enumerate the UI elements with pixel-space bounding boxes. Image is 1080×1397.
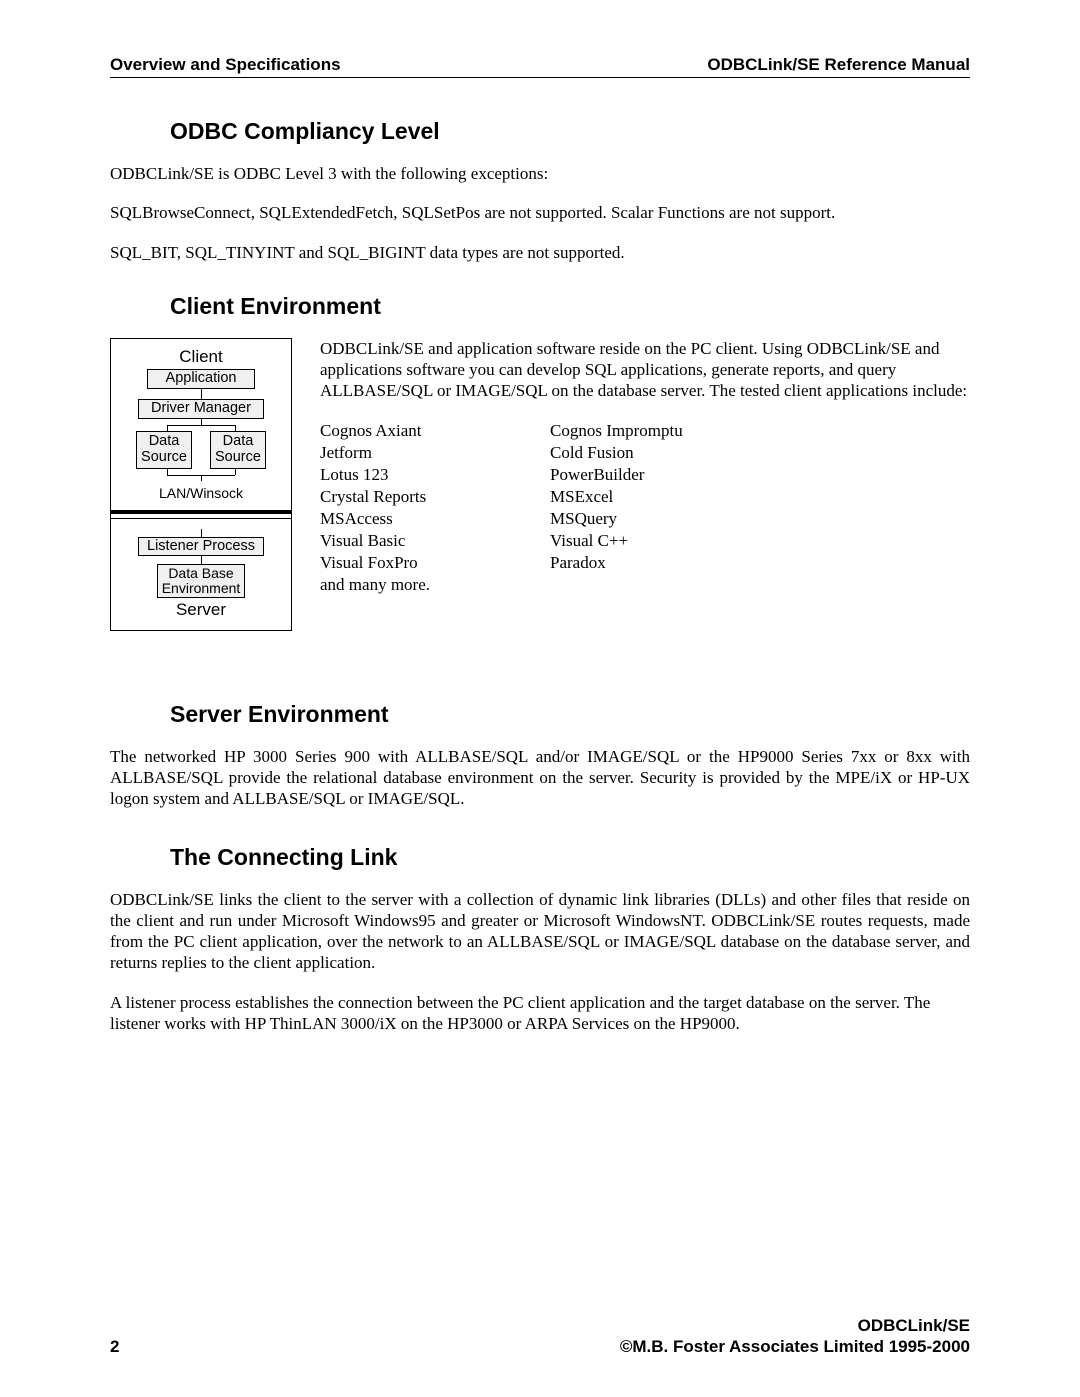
client-section: Client Application Driver Manager Data S… <box>110 338 970 631</box>
app-item: Lotus 123 <box>320 464 490 486</box>
heading-odbc-compliancy: ODBC Compliancy Level <box>170 118 970 145</box>
header-right: ODBCLink/SE Reference Manual <box>707 55 970 75</box>
app-item: Cognos Impromptu <box>550 420 720 442</box>
client-apps-col1: Cognos Axiant Jetform Lotus 123 Crystal … <box>320 420 490 597</box>
app-item: Cold Fusion <box>550 442 720 464</box>
footer-page-number: 2 <box>110 1337 119 1357</box>
odbc-p3: SQL_BIT, SQL_TINYINT and SQL_BIGINT data… <box>110 242 970 263</box>
app-item: Paradox <box>550 552 720 574</box>
diagram-server-title: Server <box>117 598 285 622</box>
diagram-server-part: Listener Process Data Base Environment S… <box>111 519 291 630</box>
footer-right: ODBCLink/SE ©M.B. Foster Associates Limi… <box>620 1315 970 1358</box>
app-item: Cognos Axiant <box>320 420 490 442</box>
client-text-block: ODBCLink/SE and application software res… <box>320 338 970 631</box>
diagram-driver-manager-box: Driver Manager <box>138 399 264 419</box>
link-p2: A listener process establishes the conne… <box>110 992 970 1035</box>
odbc-p1: ODBCLink/SE is ODBC Level 3 with the fol… <box>110 163 970 184</box>
page: Overview and Specifications ODBCLink/SE … <box>0 0 1080 1397</box>
app-item: and many more. <box>320 574 490 596</box>
diagram-listener-box: Listener Process <box>138 537 264 557</box>
link-p1: ODBCLink/SE links the client to the serv… <box>110 889 970 974</box>
app-item: Crystal Reports <box>320 486 490 508</box>
connector-line <box>201 529 202 537</box>
page-header: Overview and Specifications ODBCLink/SE … <box>110 55 970 78</box>
diagram-data-sources: Data Source Data Source <box>117 431 285 469</box>
diagram-client-title: Client <box>117 343 285 369</box>
app-item: Visual FoxPro <box>320 552 490 574</box>
client-apps-columns: Cognos Axiant Jetform Lotus 123 Crystal … <box>320 420 970 597</box>
header-left: Overview and Specifications <box>110 55 341 75</box>
app-item: MSExcel <box>550 486 720 508</box>
diagram-client-part: Client Application Driver Manager Data S… <box>111 339 291 509</box>
connector-merger <box>117 469 285 481</box>
diagram-db-env-box: Data Base Environment <box>157 564 246 597</box>
heading-client-environment: Client Environment <box>170 293 970 320</box>
app-item: Visual C++ <box>550 530 720 552</box>
server-p1: The networked HP 3000 Series 900 with AL… <box>110 746 970 810</box>
app-item: MSAccess <box>320 508 490 530</box>
diagram-lan-bar <box>111 510 291 514</box>
app-item: MSQuery <box>550 508 720 530</box>
heading-server-environment: Server Environment <box>170 701 970 728</box>
page-footer: 2 ODBCLink/SE ©M.B. Foster Associates Li… <box>110 1315 970 1358</box>
connector-splitter <box>117 419 285 431</box>
diagram-application-box: Application <box>147 369 256 389</box>
odbc-p2: SQLBrowseConnect, SQLExtendedFetch, SQLS… <box>110 202 970 223</box>
connector-line <box>201 389 202 399</box>
connector-line <box>201 556 202 564</box>
diagram-data-source-2: Data Source <box>210 431 266 469</box>
diagram-data-source-1: Data Source <box>136 431 192 469</box>
diagram-lan-label: LAN/Winsock <box>117 481 285 501</box>
footer-product: ODBCLink/SE <box>620 1315 970 1336</box>
client-apps-col2: Cognos Impromptu Cold Fusion PowerBuilde… <box>550 420 720 597</box>
client-p1: ODBCLink/SE and application software res… <box>320 338 970 402</box>
app-item: Visual Basic <box>320 530 490 552</box>
app-item: PowerBuilder <box>550 464 720 486</box>
heading-connecting-link: The Connecting Link <box>170 844 970 871</box>
footer-copyright: ©M.B. Foster Associates Limited 1995-200… <box>620 1336 970 1357</box>
app-item: Jetform <box>320 442 490 464</box>
architecture-diagram: Client Application Driver Manager Data S… <box>110 338 292 631</box>
